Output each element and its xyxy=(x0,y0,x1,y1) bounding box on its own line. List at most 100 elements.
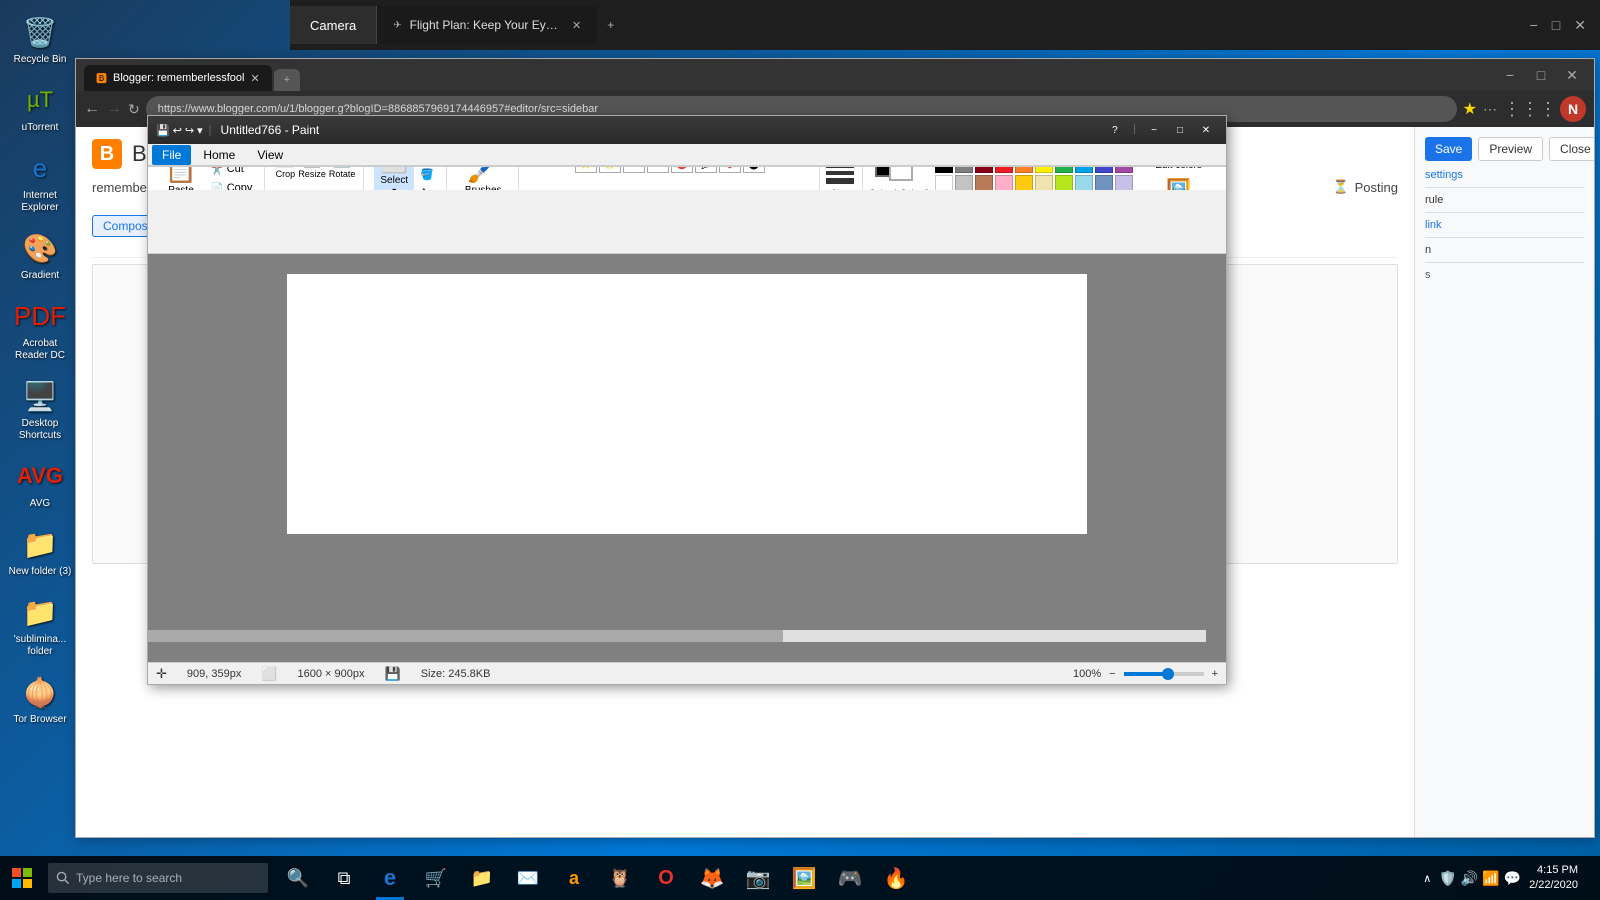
outer-forward-button[interactable]: → xyxy=(106,100,122,118)
outer-tab-blogger[interactable]: 🅱 Blogger: rememberlessfool ✕ xyxy=(84,65,272,91)
rotate-button[interactable]: 🔄 Rotate xyxy=(329,166,356,179)
color-swatch-cornflower[interactable] xyxy=(1095,175,1113,191)
outer-back-button[interactable]: ← xyxy=(84,100,100,118)
select-button[interactable]: ⬜ Select ▾ xyxy=(374,166,414,190)
taskbar-tripadvisor[interactable]: 🦉 xyxy=(598,856,642,900)
brushes-button[interactable]: 🖌️ Brushes xyxy=(457,166,510,190)
desktop-icon-tor[interactable]: 🧅 Tor Browser xyxy=(4,668,76,730)
show-hidden-icons[interactable]: ∧ xyxy=(1423,872,1431,885)
color-swatch-lime[interactable] xyxy=(1055,175,1073,191)
color-swatch-yellow[interactable] xyxy=(1035,166,1053,173)
flight-tab[interactable]: ✈ Flight Plan: Keep Your Eyes on... ✕ xyxy=(377,6,597,44)
shape-btn-14[interactable]: 💬 xyxy=(695,166,717,173)
color-swatch-blue[interactable] xyxy=(1075,166,1093,173)
notifications-icon[interactable]: 💬 xyxy=(1504,870,1521,887)
paint-canvas-area[interactable] xyxy=(148,254,1226,662)
taskbar-firefox[interactable]: 🦊 xyxy=(690,856,734,900)
paint-zoom-out-button[interactable]: − xyxy=(1109,668,1115,680)
color-swatch-red[interactable] xyxy=(995,166,1013,173)
desktop-icon-new-folder[interactable]: 📁 New folder (3) xyxy=(4,520,76,582)
desktop-icon-sublimina[interactable]: 📁 'sublimina... folder xyxy=(4,588,76,662)
outer-minimize-button[interactable]: − xyxy=(1496,65,1524,85)
paint-file-menu[interactable]: File xyxy=(152,145,191,165)
settings-link[interactable]: settings xyxy=(1425,169,1584,181)
shape-btn-15[interactable]: ❤️ xyxy=(719,166,741,173)
user-avatar[interactable]: N xyxy=(1560,96,1586,122)
desktop-icon-avg[interactable]: AVG AVG xyxy=(4,452,76,514)
speaker-tray-icon[interactable]: 🔊 xyxy=(1461,870,1478,887)
color-swatch-brown[interactable] xyxy=(975,175,993,191)
color-swatch-skyblue[interactable] xyxy=(1075,175,1093,191)
taskbar-opera[interactable]: O xyxy=(644,856,688,900)
taskbar-explorer[interactable]: 📁 xyxy=(460,856,504,900)
paint-zoom-slider[interactable] xyxy=(1124,672,1204,676)
paint-undo-icon[interactable]: ↩ xyxy=(173,124,182,137)
color-swatch-purple[interactable] xyxy=(1115,166,1133,173)
desktop-icon-utorrent[interactable]: µT uTorrent xyxy=(4,76,76,138)
taskbar-search-bar[interactable]: Type here to search xyxy=(48,863,268,893)
color-swatch-darkred[interactable] xyxy=(975,166,993,173)
color-swatch-white[interactable] xyxy=(935,175,953,191)
shape-btn-11[interactable]: ⬩ xyxy=(623,166,645,173)
color-swatch-gold[interactable] xyxy=(1015,175,1033,191)
close-post-button[interactable]: Close xyxy=(1549,137,1594,161)
paint-close-button[interactable]: ✕ xyxy=(1194,121,1218,139)
paint-canvas[interactable] xyxy=(287,274,1087,534)
paste-button[interactable]: 📋 Paste xyxy=(156,166,206,190)
fill-button[interactable]: 🪣 xyxy=(416,166,438,183)
color-swatch-pink[interactable] xyxy=(995,175,1013,191)
shape-btn-10[interactable]: 🌟 xyxy=(599,166,621,173)
panel-permalink[interactable]: link xyxy=(1425,219,1584,231)
desktop-icon-acrobat[interactable]: PDF Acrobat Reader DC xyxy=(4,292,76,366)
taskbar-cortana[interactable]: 🔍 xyxy=(276,856,320,900)
paint-help-button[interactable]: ? xyxy=(1103,121,1127,139)
paint-minimize-button[interactable]: − xyxy=(1142,121,1166,139)
paint-maximize-button[interactable]: □ xyxy=(1168,121,1192,139)
antivirus-tray-icon[interactable]: 🛡️ xyxy=(1439,870,1456,887)
outer-tab-new[interactable]: + xyxy=(274,69,300,91)
taskbar-unknown-app[interactable]: 🎮 xyxy=(828,856,872,900)
shape-btn-9[interactable]: ⭐ xyxy=(575,166,597,173)
desktop-icon-shortcuts[interactable]: 🖥️ Desktop Shortcuts xyxy=(4,372,76,446)
color-swatch-indigo[interactable] xyxy=(1095,166,1113,173)
top-minimize-button[interactable]: − xyxy=(1526,13,1542,37)
taskbar-photos[interactable]: 🖼️ xyxy=(782,856,826,900)
paint-hscroll[interactable] xyxy=(148,630,1206,642)
taskbar-store[interactable]: 🛒 xyxy=(414,856,458,900)
taskbar-firefox2[interactable]: 🔥 xyxy=(874,856,918,900)
shape-btn-13[interactable]: ⭕ xyxy=(671,166,693,173)
start-button[interactable] xyxy=(0,856,44,900)
outer-close-button[interactable]: ✕ xyxy=(1558,65,1586,85)
color-swatch-green[interactable] xyxy=(1055,166,1073,173)
outer-maximize-button[interactable]: □ xyxy=(1527,65,1555,85)
apps-grid-icon[interactable]: ⋮⋮⋮ xyxy=(1503,99,1557,120)
paint-view-menu[interactable]: View xyxy=(247,145,293,165)
desktop-icon-ie[interactable]: e Internet Explorer xyxy=(4,144,76,218)
color-swatch-gray[interactable] xyxy=(955,166,973,173)
color-swatch-orange[interactable] xyxy=(1015,166,1033,173)
color-swatch-cream[interactable] xyxy=(1035,175,1053,191)
edit-paint3d-button[interactable]: 🖼️ Edit with Paint 3D xyxy=(1139,177,1218,191)
outer-tab-close-icon[interactable]: ✕ xyxy=(250,72,259,85)
color-swatch-lavender[interactable] xyxy=(1115,175,1133,191)
desktop-icon-gradient[interactable]: 🎨 Gradient xyxy=(4,224,76,286)
resize-button[interactable]: ⬛ Resize xyxy=(298,166,326,179)
taskbar-amazon[interactable]: a xyxy=(552,856,596,900)
paint-zoom-in-button[interactable]: + xyxy=(1212,668,1218,680)
edit-colors-button[interactable]: 🎨 Edit colors xyxy=(1139,166,1218,171)
network-tray-icon[interactable]: 📶 xyxy=(1482,870,1499,887)
paint-zoom-handle[interactable] xyxy=(1162,668,1174,680)
text-button[interactable]: A xyxy=(416,185,438,191)
color-swatch-black[interactable] xyxy=(935,166,953,173)
cut-button[interactable]: ✂️ Cut xyxy=(206,166,256,178)
paint-redo-icon[interactable]: ↪ xyxy=(185,124,194,137)
taskbar-taskview[interactable]: ⧉ xyxy=(322,856,366,900)
taskbar-edge[interactable]: e xyxy=(368,856,412,900)
camera-tab[interactable]: Camera xyxy=(290,6,377,44)
preview-button[interactable]: Preview xyxy=(1478,137,1543,161)
flight-tab-close-icon[interactable]: ✕ xyxy=(572,19,581,32)
save-button[interactable]: Save xyxy=(1425,137,1472,161)
color-swatch-ltgray[interactable] xyxy=(955,175,973,191)
taskbar-mail[interactable]: ✉️ xyxy=(506,856,550,900)
taskbar-camera[interactable]: 📷 xyxy=(736,856,780,900)
